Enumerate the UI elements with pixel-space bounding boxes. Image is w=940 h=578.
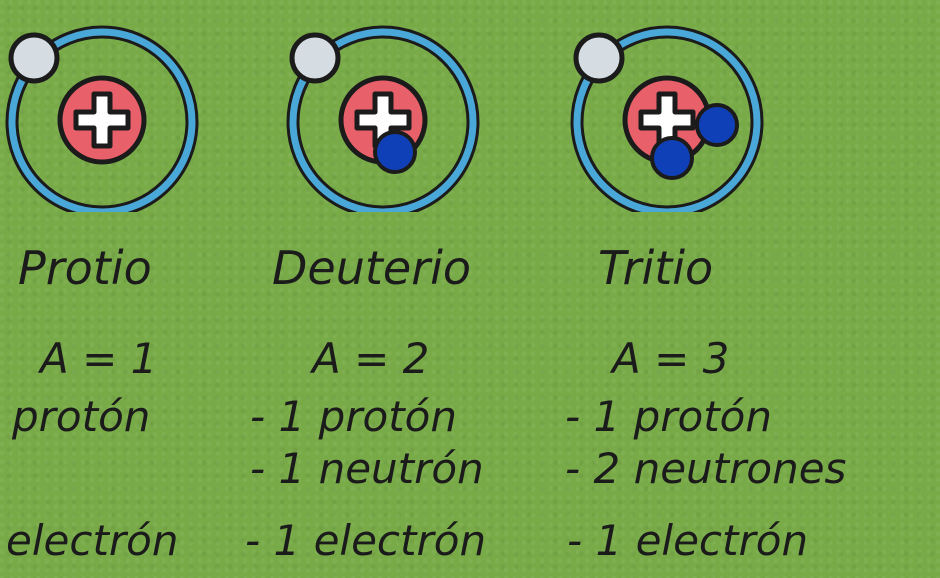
deuterio-atom-diagram [286,25,480,212]
proton-count-protio: protón [12,392,151,441]
proton-count-tritio: - 1 protón [565,392,772,441]
mass-number-deuterio: A = 2 [312,334,430,383]
mass-number-protio: A = 1 [40,334,158,383]
electron [289,32,341,84]
electron [573,32,625,84]
electron-count-deuterio: - 1 electrón [245,516,487,565]
electron [8,32,60,84]
neutron [695,103,739,147]
isotope-name-tritio: Tritio [598,241,714,295]
protio-atom-diagram [5,25,199,212]
neutron [650,136,694,180]
tritio-atom-diagram [570,25,764,212]
mass-number-tritio: A = 3 [612,334,730,383]
electron-count-tritio: - 1 electrón [567,516,809,565]
proton-count-deuterio: - 1 protón [250,392,457,441]
neutron [373,130,417,174]
electron-count-protio: electrón [6,516,179,565]
isotope-name-protio: Protio [18,241,152,295]
neutron-count-tritio: - 2 neutrones [565,444,847,493]
isotope-name-deuterio: Deuterio [272,241,472,295]
neutron-count-deuterio: - 1 neutrón [250,444,484,493]
